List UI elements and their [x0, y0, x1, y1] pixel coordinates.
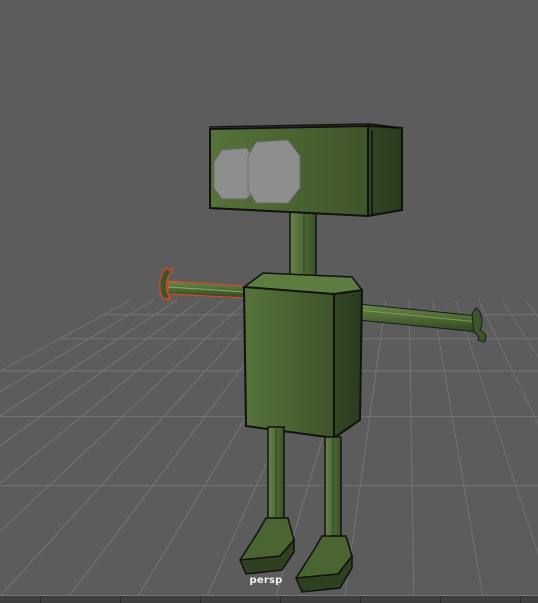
- right-leg[interactable]: [324, 436, 342, 542]
- right-eye[interactable]: [247, 139, 301, 204]
- strip-tick: [440, 596, 441, 603]
- right-hand[interactable]: [471, 307, 487, 343]
- perspective-viewport[interactable]: persp: [0, 0, 538, 603]
- torso[interactable]: [241, 272, 364, 440]
- left-foot[interactable]: [238, 517, 295, 575]
- left-arm[interactable]: [167, 280, 247, 299]
- grid-line: [501, 299, 538, 603]
- right-arm[interactable]: [357, 303, 479, 333]
- strip-tick: [280, 596, 281, 603]
- viewport-bottom-border: [0, 595, 538, 603]
- grid-line: [454, 300, 538, 603]
- neck[interactable]: [289, 211, 317, 285]
- grid-line: [478, 299, 538, 603]
- camera-name-label: persp: [249, 575, 283, 586]
- strip-tick: [120, 596, 121, 603]
- grid-line: [431, 299, 485, 603]
- scene-canvas[interactable]: [0, 0, 538, 603]
- strip-tick: [200, 596, 201, 603]
- strip-tick: [520, 596, 521, 603]
- strip-tick: [360, 596, 361, 603]
- left-leg[interactable]: [267, 426, 285, 524]
- grid-line: [0, 299, 132, 603]
- grid-line: [524, 299, 538, 603]
- strip-tick: [40, 596, 41, 603]
